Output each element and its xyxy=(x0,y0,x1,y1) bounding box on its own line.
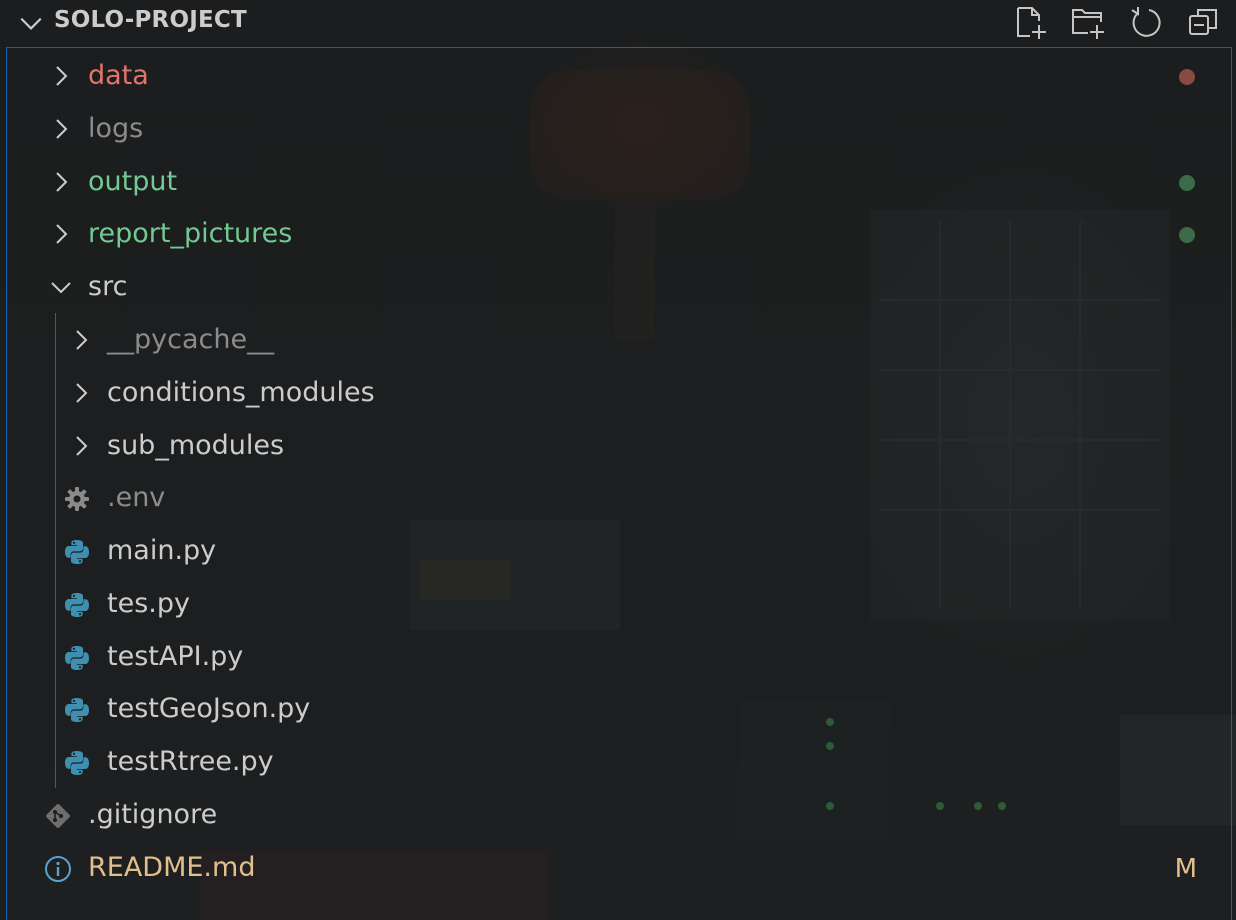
tree-item-label: testGeoJson.py xyxy=(107,693,311,724)
gear-icon xyxy=(65,487,89,511)
tree-item-output[interactable]: output xyxy=(7,157,1231,209)
chevron-right-icon[interactable] xyxy=(49,117,73,141)
info-icon xyxy=(45,856,71,882)
tree-item-src[interactable]: src xyxy=(7,262,1231,314)
tree-item-pycache[interactable]: __pycache__ xyxy=(7,315,1231,367)
new-folder-icon[interactable] xyxy=(1070,4,1106,40)
tree-item-data[interactable]: data xyxy=(7,51,1231,103)
chevron-right-icon[interactable] xyxy=(49,222,73,246)
tree-item-testgeojson-py[interactable]: testGeoJson.py xyxy=(7,684,1231,736)
tree-item-gitignore[interactable]: .gitignore xyxy=(7,790,1231,842)
tree-item-label: main.py xyxy=(107,535,217,566)
git-modified-badge: M xyxy=(1174,854,1197,884)
chevron-right-icon[interactable] xyxy=(69,328,93,352)
collapse-all-icon[interactable] xyxy=(1186,4,1222,40)
tree-item-testrtree-py[interactable]: testRtree.py xyxy=(7,737,1231,789)
python-icon xyxy=(65,698,89,722)
git-status-dot xyxy=(1179,69,1195,85)
chevron-down-icon[interactable] xyxy=(18,10,44,36)
chevron-down-icon[interactable] xyxy=(49,275,73,299)
tree-item-label: .env xyxy=(107,482,166,513)
tree-item-report-pictures[interactable]: report_pictures xyxy=(7,209,1231,261)
tree-item-label: testRtree.py xyxy=(107,746,274,777)
tree-item-conditions-modules[interactable]: conditions_modules xyxy=(7,368,1231,420)
chevron-right-icon[interactable] xyxy=(69,381,93,405)
tree-item-logs[interactable]: logs xyxy=(7,104,1231,156)
file-explorer: SOLO-PROJECT data logs output report_pic… xyxy=(0,0,1236,920)
explorer-header: SOLO-PROJECT xyxy=(0,0,1236,46)
chevron-right-icon[interactable] xyxy=(49,64,73,88)
tree-item-label: __pycache__ xyxy=(107,324,275,355)
tree-item-label: data xyxy=(88,60,149,91)
python-icon xyxy=(65,751,89,775)
python-icon xyxy=(65,646,89,670)
tree-item-label: .gitignore xyxy=(88,799,218,830)
tree-item-label: report_pictures xyxy=(88,218,293,249)
tree-item-label: output xyxy=(88,166,178,197)
python-icon xyxy=(65,540,89,564)
tree-item-label: sub_modules xyxy=(107,430,285,461)
tree-item-main-py[interactable]: main.py xyxy=(7,526,1231,578)
tree-item-readme-md[interactable]: README.md M xyxy=(7,843,1231,895)
project-title[interactable]: SOLO-PROJECT xyxy=(54,7,247,33)
tree-item-label: README.md xyxy=(88,852,256,883)
tree-item-sub-modules[interactable]: sub_modules xyxy=(7,421,1231,473)
chevron-right-icon[interactable] xyxy=(69,434,93,458)
git-status-dot xyxy=(1179,175,1195,191)
tree-item-label: logs xyxy=(88,113,144,144)
tree-item-tes-py[interactable]: tes.py xyxy=(7,579,1231,631)
tree-item-label: tes.py xyxy=(107,588,190,619)
tree-item-label: conditions_modules xyxy=(107,377,375,408)
python-icon xyxy=(65,593,89,617)
tree-item-testapi-py[interactable]: testAPI.py xyxy=(7,632,1231,684)
tree-item-env[interactable]: .env xyxy=(7,473,1231,525)
chevron-right-icon[interactable] xyxy=(49,170,73,194)
tree-item-label: src xyxy=(88,271,128,302)
refresh-icon[interactable] xyxy=(1128,4,1164,40)
file-tree: data logs output report_pictures src __p… xyxy=(6,47,1232,920)
git-status-dot xyxy=(1179,227,1195,243)
new-file-icon[interactable] xyxy=(1012,4,1048,40)
git-icon xyxy=(46,804,70,828)
tree-item-label: testAPI.py xyxy=(107,641,244,672)
